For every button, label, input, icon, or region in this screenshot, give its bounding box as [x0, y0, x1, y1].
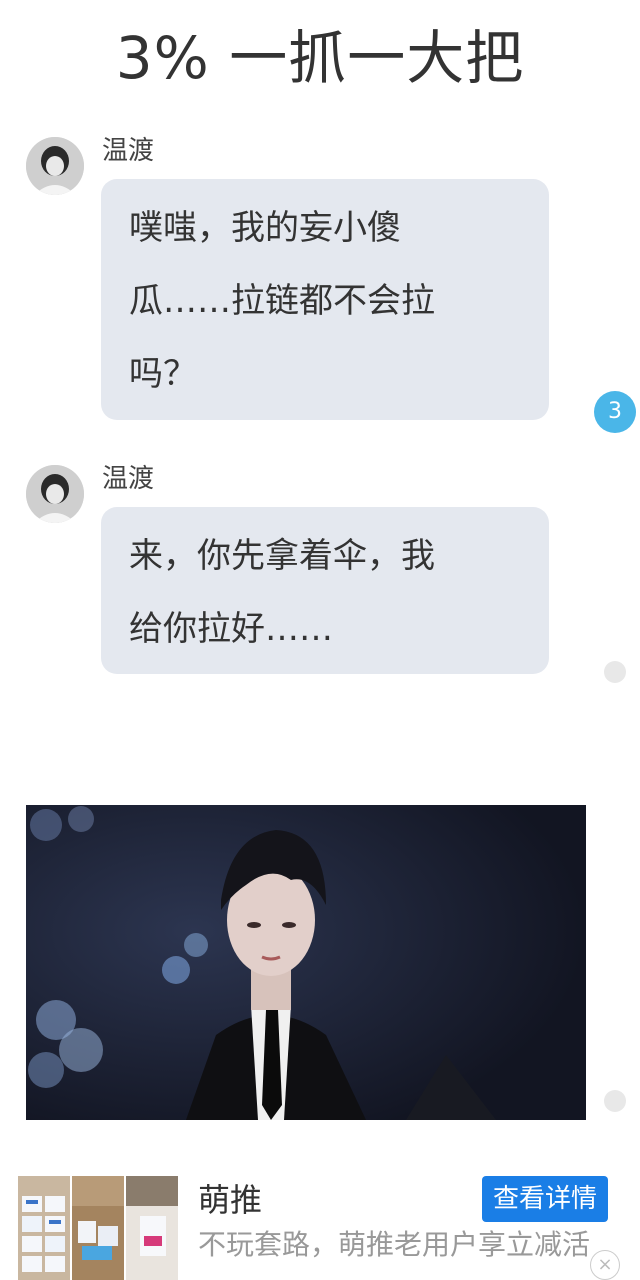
view-details-button[interactable]: 查看详情 — [482, 1176, 608, 1222]
sender-avatar[interactable] — [26, 137, 84, 195]
ad-title[interactable]: 萌推 — [198, 1180, 262, 1220]
paragraph-comment-dot[interactable] — [604, 1090, 626, 1112]
close-icon[interactable]: × — [590, 1250, 620, 1280]
ad-thumbnail[interactable] — [126, 1176, 178, 1280]
paragraph-comment-dot[interactable] — [604, 661, 626, 683]
ad-description[interactable]: 不玩套路，萌推老用户享立减活 — [198, 1225, 590, 1265]
story-image[interactable] — [26, 805, 586, 1120]
sender-avatar[interactable] — [26, 465, 84, 523]
chapter-title: 3% 一抓一大把 — [115, 24, 525, 92]
message-bubble[interactable]: 来，你先拿着伞，我 给你拉好…… — [101, 507, 549, 674]
message-bubble[interactable]: 噗嗤，我的妄小傻 瓜……拉链都不会拉 吗？ — [101, 179, 549, 420]
ad-thumbnail[interactable] — [18, 1176, 70, 1280]
sender-name: 温渡 — [102, 464, 155, 494]
paragraph-comment-badge[interactable]: 3 — [594, 391, 636, 433]
ad-thumbnail[interactable] — [72, 1176, 124, 1280]
sender-name: 温渡 — [102, 136, 155, 166]
